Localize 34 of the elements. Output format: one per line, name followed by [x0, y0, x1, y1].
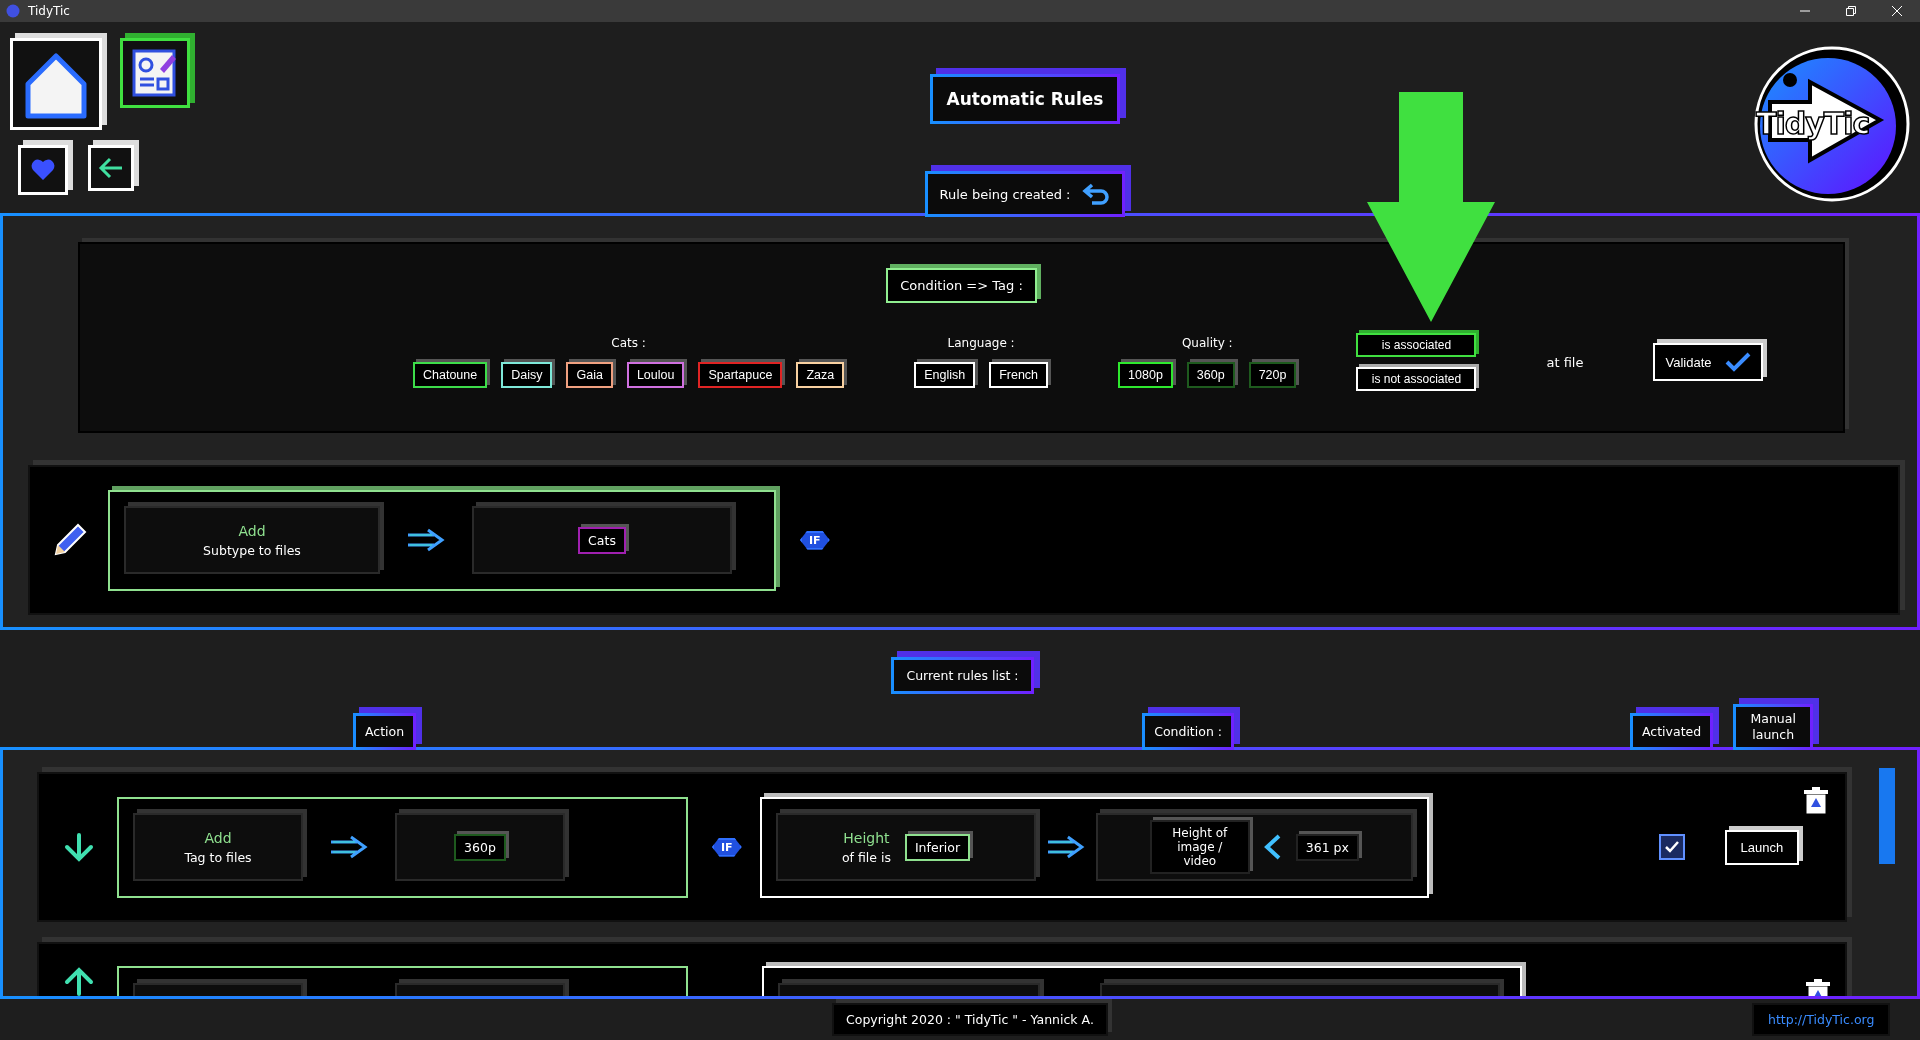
tag-chip: Cats [578, 526, 626, 554]
tag-chip[interactable]: Daisy [501, 362, 553, 388]
group-label: Language : [947, 336, 1015, 350]
target-label: at file [1546, 354, 1584, 370]
tag-chip[interactable]: 360p [1186, 362, 1235, 388]
if-badge: IF [712, 837, 742, 857]
tag-chip[interactable]: 1080p [1118, 362, 1173, 388]
tag-chip[interactable]: Spartapuce [698, 362, 783, 388]
action-object: Tag to files [184, 849, 252, 865]
association-option[interactable]: is not associated [1356, 367, 1477, 391]
condition-field: Height [843, 829, 890, 846]
window-title: TidyTic [28, 4, 70, 18]
operator-chip[interactable]: Inferior [904, 833, 971, 861]
tag-chip[interactable]: English [914, 362, 976, 388]
tab-label: Rule being created : [939, 186, 1071, 202]
tag-chip[interactable]: Loulou [626, 362, 685, 388]
tag-chip[interactable]: 720p [1248, 362, 1297, 388]
amount-chip: 361 px [1295, 833, 1359, 861]
action-verb: Add [204, 829, 232, 846]
group-label: Quality : [1181, 336, 1233, 350]
condition-field-suffix: of file is [841, 849, 891, 865]
launch-button[interactable]: Launch [1724, 829, 1800, 865]
action-object: Subtype to files [203, 542, 301, 558]
tag-chip[interactable]: French [989, 362, 1049, 388]
association-option[interactable]: is associated [1356, 333, 1477, 357]
tag-chip[interactable]: Zaza [796, 362, 845, 388]
if-badge: IF [800, 530, 830, 550]
tag-chip: 360p [454, 833, 506, 861]
tag-chip[interactable]: Gaia [566, 362, 613, 388]
target-chip: Height of image / video [1149, 820, 1250, 874]
group-label: Cats : [611, 336, 646, 350]
tag-chip[interactable]: Chatoune [413, 362, 488, 388]
action-verb: Add [238, 522, 266, 539]
website-link[interactable]: http://TidyTic.org [1752, 1002, 1891, 1036]
